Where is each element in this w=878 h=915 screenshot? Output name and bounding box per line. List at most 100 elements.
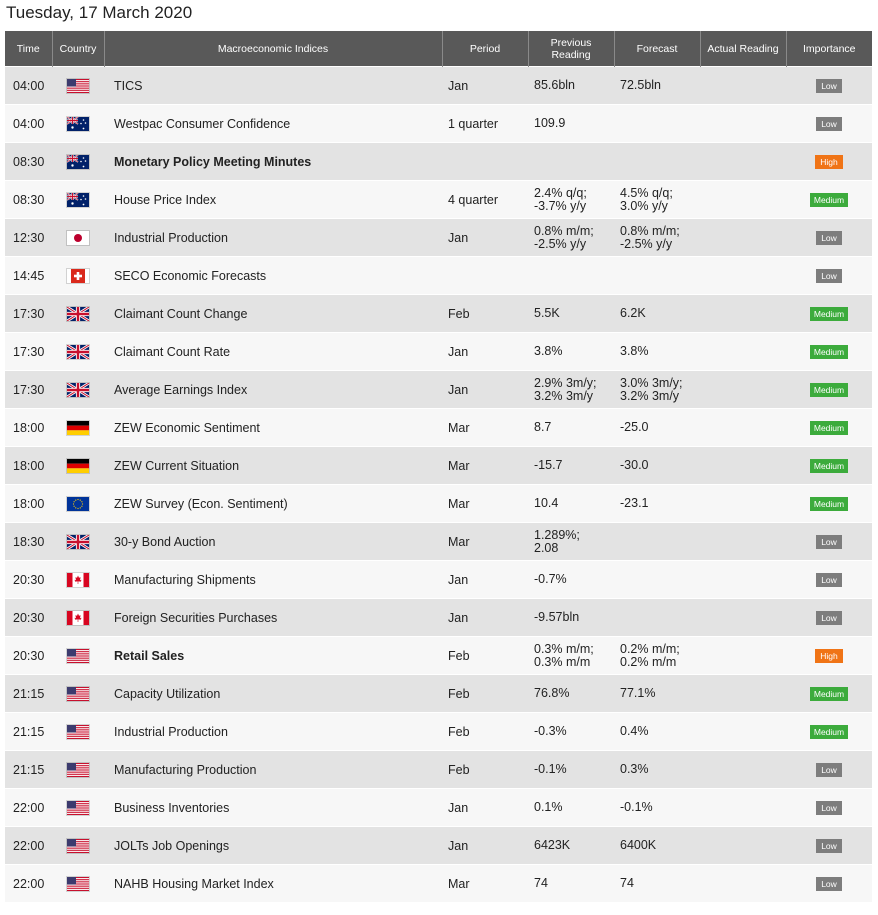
importance-badge: Low xyxy=(816,535,842,549)
event-name[interactable]: Industrial Production xyxy=(104,218,442,257)
forecast-value: 0.8% m/m; -2.5% y/y xyxy=(614,218,700,257)
actual-reading xyxy=(700,636,786,675)
table-row[interactable]: 22:00 Business Inventories Jan 0.1% -0.1% Low xyxy=(5,788,872,827)
event-name[interactable]: JOLTs Job Openings xyxy=(104,826,442,865)
column-header-importance[interactable]: Importance xyxy=(786,31,872,67)
forecast-line: 3.8% xyxy=(620,344,649,358)
forecast-value: 0.4% xyxy=(614,712,700,751)
importance-badge: Low xyxy=(816,269,842,283)
event-name[interactable]: NAHB Housing Market Index xyxy=(104,864,442,902)
event-name[interactable]: Manufacturing Shipments xyxy=(104,560,442,599)
event-period: Feb xyxy=(442,636,528,675)
table-row[interactable]: 17:30 Claimant Count Rate Jan 3.8% 3.8% Mediu… xyxy=(5,332,872,371)
table-row[interactable]: 20:30 Retail Sales Feb 0.3% m/m; 0.3% m/m 0.2… xyxy=(5,636,872,675)
column-header-country[interactable]: Country xyxy=(52,31,105,67)
importance-badge: Medium xyxy=(809,459,849,473)
forecast-value: 72.5bln xyxy=(614,66,700,105)
actual-reading xyxy=(700,484,786,523)
importance-badge: Medium xyxy=(809,725,849,739)
column-header-actual[interactable]: Actual Reading xyxy=(700,31,787,67)
event-name[interactable]: Industrial Production xyxy=(104,712,442,751)
table-row[interactable]: 08:30 Monetary Policy Meeting Minutes High xyxy=(5,142,872,181)
table-row[interactable]: 20:30 Manufacturing Shipments Jan -0.7% Low xyxy=(5,560,872,599)
importance-cell: Medium xyxy=(786,332,872,371)
event-name[interactable]: Business Inventories xyxy=(104,788,442,827)
table-row[interactable]: 17:30 Average Earnings Index Jan 2.9% 3m/y;… xyxy=(5,370,872,409)
table-row[interactable]: 22:00 NAHB Housing Market Index Mar 74 74 Low xyxy=(5,864,872,902)
forecast-line: -2.5% y/y xyxy=(620,236,673,251)
table-row[interactable]: 18:00 ZEW Survey (Econ. Sentiment) Mar 10.4… xyxy=(5,484,872,523)
event-name[interactable]: TICS xyxy=(104,66,442,105)
table-row[interactable]: 18:00 ZEW Economic Sentiment Mar 8.7 -25.0 Me… xyxy=(5,408,872,447)
previous-reading: 8.7 xyxy=(528,408,614,447)
table-row[interactable]: 21:15 Capacity Utilization Feb 76.8% 77.1% Me… xyxy=(5,674,872,713)
table-row[interactable]: 20:30 Foreign Securities Purchases Jan -9.5… xyxy=(5,598,872,637)
country-cell xyxy=(52,788,104,827)
column-header-indices[interactable]: Macroeconomic Indices xyxy=(104,31,443,67)
event-name[interactable]: ZEW Economic Sentiment xyxy=(104,408,442,447)
table-row[interactable]: 14:45 SECO Economic Forecasts Low xyxy=(5,256,872,295)
column-header-previous[interactable]: Previous Reading xyxy=(528,31,615,67)
previous-reading-line: -9.57bln xyxy=(534,610,580,624)
event-period: Feb xyxy=(442,750,528,789)
event-name[interactable]: Average Earnings Index xyxy=(104,370,442,409)
previous-reading: 76.8% xyxy=(528,674,614,713)
event-name[interactable]: Foreign Securities Purchases xyxy=(104,598,442,637)
event-name[interactable]: Claimant Count Change xyxy=(104,294,442,333)
uk-flag-icon xyxy=(67,306,89,321)
importance-cell: Low xyxy=(786,104,872,143)
event-name[interactable]: Capacity Utilization xyxy=(104,674,442,713)
table-row[interactable]: 12:30 Industrial Production Jan 0.8% m/m; -2… xyxy=(5,218,872,257)
table-row[interactable]: 21:15 Manufacturing Production Feb -0.1% 0.3… xyxy=(5,750,872,789)
table-row[interactable]: 21:15 Industrial Production Feb -0.3% 0.4% Me… xyxy=(5,712,872,751)
importance-cell: Medium xyxy=(786,370,872,409)
event-name[interactable]: ZEW Current Situation xyxy=(104,446,442,485)
importance-badge: Low xyxy=(816,839,842,853)
forecast-value: 3.8% xyxy=(614,332,700,371)
forecast-line: 6.2K xyxy=(620,306,646,320)
table-row[interactable]: 18:00 ZEW Current Situation Mar -15.7 -30.0 M… xyxy=(5,446,872,485)
table-row[interactable]: 04:00 TICS Jan 85.6bln 72.5bln Low xyxy=(5,66,872,105)
event-name[interactable]: Retail Sales xyxy=(104,636,442,675)
column-header-forecast[interactable]: Forecast xyxy=(614,31,701,67)
forecast-value: 0.2% m/m; 0.2% m/m xyxy=(614,636,700,675)
actual-reading xyxy=(700,104,786,143)
previous-reading-line: -0.1% xyxy=(534,762,567,776)
importance-cell: Low xyxy=(786,750,872,789)
event-name[interactable]: Westpac Consumer Confidence xyxy=(104,104,442,143)
event-name[interactable]: SECO Economic Forecasts xyxy=(104,256,442,295)
importance-badge: Medium xyxy=(809,421,849,435)
event-period: Jan xyxy=(442,66,528,105)
column-header-time[interactable]: Time xyxy=(5,31,53,67)
event-period xyxy=(442,256,528,295)
event-name[interactable]: ZEW Survey (Econ. Sentiment) xyxy=(104,484,442,523)
de-flag-icon xyxy=(67,420,89,435)
event-name[interactable]: Monetary Policy Meeting Minutes xyxy=(104,142,442,181)
forecast-line: 0.4% xyxy=(620,724,649,738)
table-row[interactable]: 18:30 30-y Bond Auction Mar 1.289%; 2.08 Low xyxy=(5,522,872,561)
event-name[interactable]: House Price Index xyxy=(104,180,442,219)
forecast-line: 0.3% xyxy=(620,762,649,776)
event-time: 14:45 xyxy=(5,256,52,295)
table-row[interactable]: 08:30 House Price Index 4 quarter 2.4% q/q;… xyxy=(5,180,872,219)
table-row[interactable]: 04:00 Westpac Consumer Confidence 1 quarte… xyxy=(5,104,872,143)
event-period: 1 quarter xyxy=(442,104,528,143)
event-name[interactable]: Claimant Count Rate xyxy=(104,332,442,371)
country-cell xyxy=(52,180,104,219)
event-name[interactable]: Manufacturing Production xyxy=(104,750,442,789)
table-row[interactable]: 22:00 JOLTs Job Openings Jan 6423K 6400K Low xyxy=(5,826,872,865)
country-cell xyxy=(52,256,104,295)
table-row[interactable]: 17:30 Claimant Count Change Feb 5.5K 6.2K Med… xyxy=(5,294,872,333)
importance-badge: Low xyxy=(816,877,842,891)
event-time: 18:00 xyxy=(5,446,52,485)
event-time: 21:15 xyxy=(5,712,52,751)
forecast-value: 6400K xyxy=(614,826,700,865)
event-name[interactable]: 30-y Bond Auction xyxy=(104,522,442,561)
column-header-period[interactable]: Period xyxy=(442,31,529,67)
previous-reading-line: -0.7% xyxy=(534,572,567,586)
forecast-value: 0.3% xyxy=(614,750,700,789)
previous-reading: -9.57bln xyxy=(528,598,614,637)
previous-reading: -0.3% xyxy=(528,712,614,751)
previous-reading: -15.7 xyxy=(528,446,614,485)
country-cell xyxy=(52,294,104,333)
